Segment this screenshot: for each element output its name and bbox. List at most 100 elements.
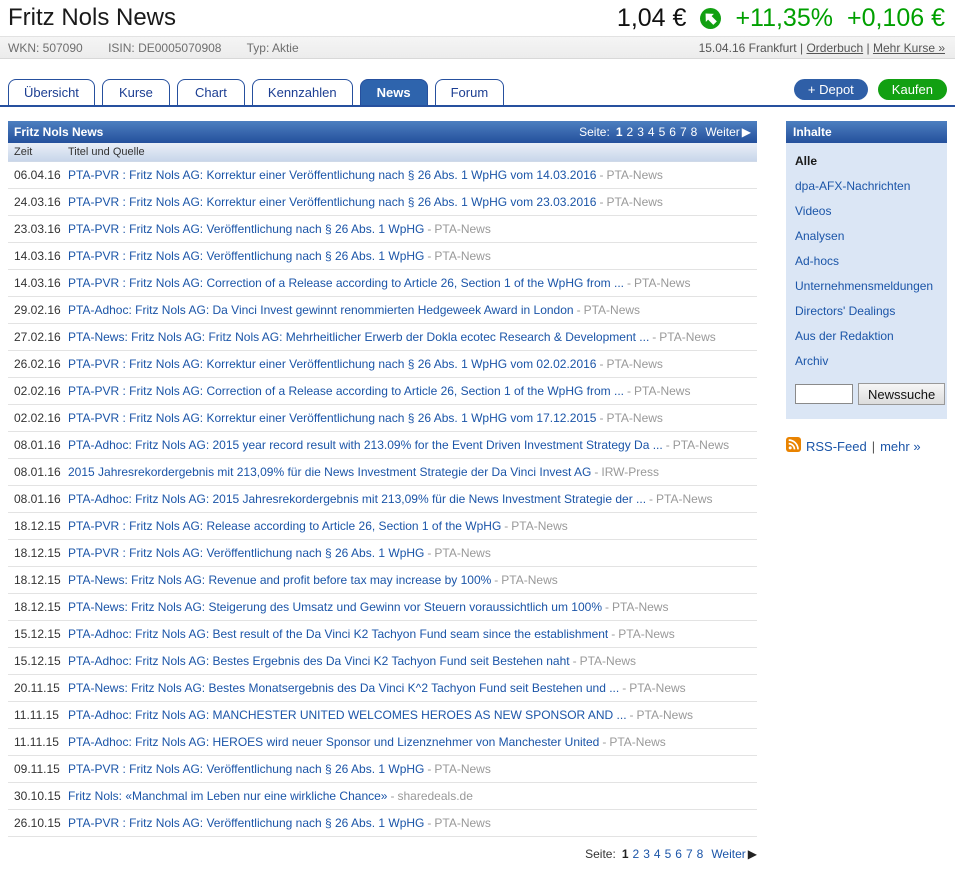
sidebar-item-dpa-afx-nachrichten[interactable]: dpa-AFX-Nachrichten: [795, 174, 938, 199]
page-link-1[interactable]: 1: [616, 125, 623, 139]
sidebar-item-directors-dealings[interactable]: Directors' Dealings: [795, 299, 938, 324]
news-title-link[interactable]: Fritz Nols: «Manchmal im Leben nur eine …: [68, 789, 387, 803]
news-date: 30.10.15: [14, 789, 61, 803]
news-title-link[interactable]: PTA-News: Fritz Nols AG: Fritz Nols AG: …: [68, 330, 649, 344]
news-date: 18.12.15: [14, 573, 61, 587]
news-title-link[interactable]: PTA-PVR : Fritz Nols AG: Veröffentlichun…: [68, 222, 424, 236]
news-source: PTA-News: [583, 303, 641, 317]
source-separator: -: [494, 573, 499, 587]
news-title-link[interactable]: PTA-Adhoc: Fritz Nols AG: HEROES wird ne…: [68, 735, 599, 749]
page-link-8[interactable]: 8: [697, 847, 704, 861]
news-title-link[interactable]: 2015 Jahresrekordergebnis mit 213,09% fü…: [68, 465, 591, 479]
news-source: PTA-News: [672, 438, 730, 452]
news-search-button[interactable]: Newssuche: [858, 383, 946, 405]
sidebar-item-alle[interactable]: Alle: [795, 149, 938, 174]
sidebar-item-aus-der-redaktion[interactable]: Aus der Redaktion: [795, 324, 938, 349]
rss-feed-link[interactable]: RSS-Feed: [806, 439, 867, 454]
sidebar-item-archiv[interactable]: Archiv: [795, 349, 938, 374]
news-title-link[interactable]: PTA-News: Fritz Nols AG: Revenue and pro…: [68, 573, 491, 587]
tab-news[interactable]: News: [359, 79, 428, 105]
tab-kennzahlen[interactable]: Kennzahlen: [251, 79, 353, 105]
sidebar-item-videos[interactable]: Videos: [795, 199, 938, 224]
news-title-link[interactable]: PTA-PVR : Fritz Nols AG: Correction of a…: [68, 384, 624, 398]
news-source: PTA-News: [606, 168, 663, 182]
news-title-link[interactable]: PTA-News: Fritz Nols AG: Steigerung des …: [68, 600, 602, 614]
news-row: 26.10.15 PTA-PVR : Fritz Nols AG: Veröff…: [8, 810, 757, 837]
news-date: 02.02.16: [14, 411, 61, 425]
source-separator: -: [649, 492, 654, 506]
page-link-6[interactable]: 6: [675, 847, 682, 861]
news-title-link[interactable]: PTA-PVR : Fritz Nols AG: Korrektur einer…: [68, 168, 596, 182]
tab--bersicht[interactable]: Übersicht: [8, 79, 95, 105]
page-link-5[interactable]: 5: [665, 847, 672, 861]
news-search-input[interactable]: [795, 384, 853, 404]
isin-label: ISIN: DE0005070908: [108, 40, 222, 55]
news-title-link[interactable]: PTA-Adhoc: Fritz Nols AG: MANCHESTER UNI…: [68, 708, 627, 722]
page-link-7[interactable]: 7: [680, 125, 687, 139]
news-source: PTA-News: [634, 384, 691, 398]
page-link-5[interactable]: 5: [659, 125, 666, 139]
news-title-link[interactable]: PTA-PVR : Fritz Nols AG: Correction of a…: [68, 276, 624, 290]
mehr-kurse-link[interactable]: Mehr Kurse »: [873, 41, 945, 55]
sidebar: Inhalte Alle dpa-AFX-Nachrichten Videos Ana…: [786, 121, 947, 455]
news-row: 14.03.16 PTA-PVR : Fritz Nols AG: Veröff…: [8, 243, 757, 270]
news-title-link[interactable]: PTA-PVR : Fritz Nols AG: Release accordi…: [68, 519, 501, 533]
source-separator: -: [427, 222, 432, 236]
pagination-next-link[interactable]: Weiter ▶: [711, 847, 757, 861]
page-link-2[interactable]: 2: [627, 125, 634, 139]
sidebar-item-unternehmensmeldungen[interactable]: Unternehmensmeldungen: [795, 274, 938, 299]
sidebar-item-ad-hocs[interactable]: Ad-hocs: [795, 249, 938, 274]
news-title-link[interactable]: PTA-PVR : Fritz Nols AG: Veröffentlichun…: [68, 546, 424, 560]
info-strip: WKN: 507090 ISIN: DE0005070908 Typ: Akti…: [0, 36, 955, 59]
news-title-link[interactable]: PTA-PVR : Fritz Nols AG: Veröffentlichun…: [68, 816, 424, 830]
news-title-link[interactable]: PTA-PVR : Fritz Nols AG: Korrektur einer…: [68, 411, 596, 425]
news-date: 08.01.16: [14, 438, 61, 452]
page-link-2[interactable]: 2: [633, 847, 640, 861]
news-title-link[interactable]: PTA-Adhoc: Fritz Nols AG: 2015 year reco…: [68, 438, 663, 452]
news-row: 06.04.16 PTA-PVR : Fritz Nols AG: Korrek…: [8, 162, 757, 189]
news-date: 02.02.16: [14, 384, 61, 398]
page-link-1[interactable]: 1: [622, 847, 629, 861]
news-title-link[interactable]: PTA-Adhoc: Fritz Nols AG: Best result of…: [68, 627, 608, 641]
wkn-label: WKN: 507090: [8, 40, 83, 55]
news-source: PTA-News: [434, 762, 491, 776]
buy-button[interactable]: Kaufen: [877, 79, 947, 100]
page-link-4[interactable]: 4: [654, 847, 661, 861]
tab-forum[interactable]: Forum: [434, 79, 505, 105]
news-row: 11.11.15 PTA-Adhoc: Fritz Nols AG: MANCH…: [8, 702, 757, 729]
news-title-link[interactable]: PTA-PVR : Fritz Nols AG: Veröffentlichun…: [68, 762, 424, 776]
news-date: 11.11.15: [14, 708, 59, 722]
news-source: PTA-News: [634, 276, 691, 290]
tabs: Übersicht Kurse Chart Kennzahlen News Forum: [8, 79, 505, 105]
typ-label: Typ: Aktie: [246, 40, 299, 55]
page-link-8[interactable]: 8: [691, 125, 698, 139]
news-title-link[interactable]: PTA-Adhoc: Fritz Nols AG: Da Vinci Inves…: [68, 303, 574, 317]
rss-mehr-link[interactable]: mehr »: [880, 439, 920, 454]
column-zeit: Zeit: [14, 146, 33, 158]
news-date: 20.11.15: [14, 681, 60, 695]
news-title-link[interactable]: PTA-News: Fritz Nols AG: Bestes Monatser…: [68, 681, 619, 695]
news-title-link[interactable]: PTA-PVR : Fritz Nols AG: Veröffentlichun…: [68, 249, 424, 263]
page-link-6[interactable]: 6: [669, 125, 676, 139]
news-title-link[interactable]: PTA-PVR : Fritz Nols AG: Korrektur einer…: [68, 195, 596, 209]
page-link-3[interactable]: 3: [643, 847, 650, 861]
page-link-7[interactable]: 7: [686, 847, 693, 861]
news-date: 27.02.16: [14, 330, 61, 344]
main-area: Fritz Nols News Seite: 12345678 Weiter ▶…: [0, 107, 955, 861]
news-date: 23.03.16: [14, 222, 61, 236]
tab-chart[interactable]: Chart: [176, 79, 245, 105]
date-exchange: 15.04.16 Frankfurt: [698, 40, 797, 55]
news-source: IRW-Press: [601, 465, 659, 479]
orderbuch-link[interactable]: Orderbuch: [806, 41, 863, 55]
tab-kurse[interactable]: Kurse: [101, 79, 170, 105]
page-link-4[interactable]: 4: [648, 125, 655, 139]
news-date: 14.03.16: [14, 276, 61, 290]
sidebar-item-analysen[interactable]: Analysen: [795, 224, 938, 249]
pagination-next-link[interactable]: Weiter ▶: [705, 125, 751, 139]
add-depot-button[interactable]: + Depot: [793, 79, 868, 100]
news-panel-header: Fritz Nols News Seite: 12345678 Weiter ▶: [8, 121, 757, 143]
news-title-link[interactable]: PTA-PVR : Fritz Nols AG: Korrektur einer…: [68, 357, 596, 371]
news-title-link[interactable]: PTA-Adhoc: Fritz Nols AG: 2015 Jahresrek…: [68, 492, 646, 506]
news-title-link[interactable]: PTA-Adhoc: Fritz Nols AG: Bestes Ergebni…: [68, 654, 570, 668]
page-link-3[interactable]: 3: [637, 125, 644, 139]
